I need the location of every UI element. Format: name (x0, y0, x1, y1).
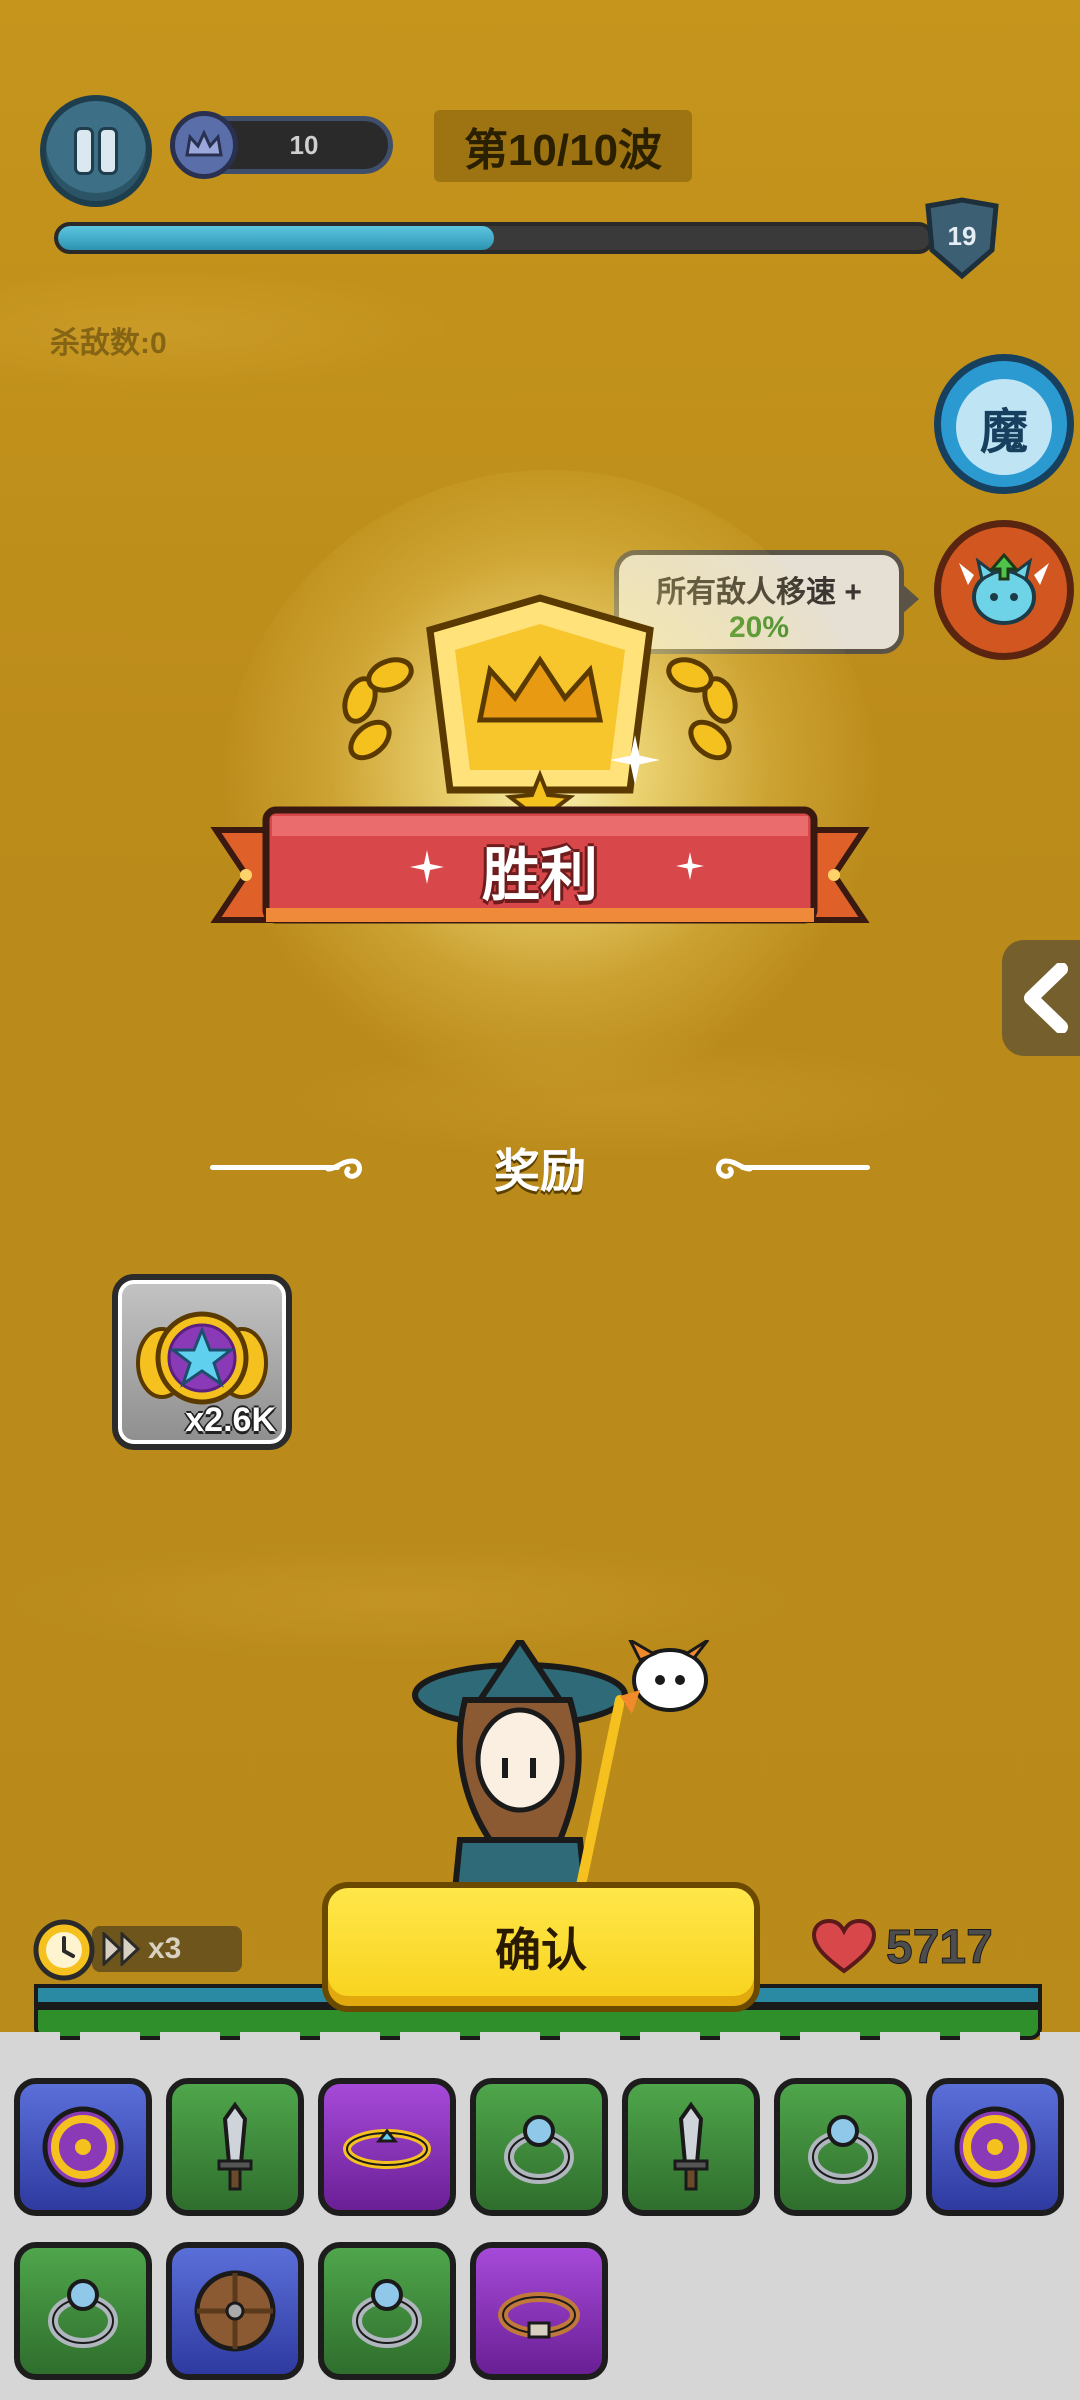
magic-label: 魔 (956, 379, 1052, 475)
equipment-slot[interactable] (470, 2242, 608, 2380)
wave-progress-fill (58, 226, 494, 250)
victory-title: 胜利 (481, 843, 598, 908)
hero-character (412, 1640, 710, 1890)
equipment-slot[interactable] (14, 2078, 152, 2216)
speed-control[interactable]: x3 (32, 1918, 242, 1982)
sword-icon (187, 2099, 283, 2195)
crown-value: 10 (289, 129, 319, 160)
shield-icon (947, 2099, 1043, 2195)
wave-label: 第10/10波 (434, 110, 692, 182)
health-value: 5717 (886, 1920, 994, 1974)
round-shield-icon (187, 2263, 283, 2359)
sparkle-icon (410, 850, 444, 884)
belt-icon (491, 2263, 587, 2359)
equipment-slot[interactable] (470, 2078, 608, 2216)
wave-progress-bar (54, 222, 934, 254)
sparkle-icon (610, 735, 660, 785)
heart-icon (812, 1919, 876, 1974)
equipment-slot[interactable] (926, 2078, 1064, 2216)
clock-icon (33, 1919, 95, 1981)
level-value: 19 (947, 220, 977, 251)
pause-button[interactable] (40, 95, 152, 207)
divider-right (740, 1165, 870, 1170)
crown-counter: 10 (170, 111, 393, 179)
ring-icon (491, 2099, 587, 2195)
sword-icon (643, 2099, 739, 2195)
pause-icon (77, 130, 91, 172)
kill-count: 杀敌数:0 (50, 327, 167, 360)
crown-icon (170, 111, 238, 179)
base-health: 5717 (812, 1912, 993, 1982)
equipment-slot[interactable] (14, 2242, 152, 2380)
sparkle-icon (676, 852, 704, 880)
confirm-button[interactable]: 确认 (322, 1882, 760, 2012)
equipment-slot[interactable] (622, 2078, 760, 2216)
pause-icon-bar (101, 130, 115, 172)
equipment-slot[interactable] (774, 2078, 912, 2216)
ring-icon (35, 2263, 131, 2359)
winged-monster-icon (959, 552, 1049, 625)
equipment-slot[interactable] (318, 2078, 456, 2216)
fast-forward-icon (102, 1932, 141, 1966)
equipment-slot[interactable] (166, 2242, 304, 2380)
side-panel-toggle[interactable] (1002, 940, 1080, 1056)
reward-heading-row: 奖励 (200, 1135, 880, 1199)
monster-skill-button[interactable] (934, 520, 1074, 660)
reward-quantity: x2.6K (185, 1401, 276, 1439)
star-medal-icon (136, 1311, 268, 1405)
level-shield-badge: 19 (920, 196, 1004, 282)
tiara-icon (339, 2099, 435, 2195)
ring-icon (339, 2263, 435, 2359)
shield-icon (35, 2099, 131, 2195)
reward-item-medal[interactable]: x2.6K (112, 1274, 292, 1450)
equipment-slot[interactable] (318, 2242, 456, 2380)
magic-upgrade-button[interactable]: 魔 (934, 354, 1074, 494)
speed-box: x3 (92, 1926, 242, 1972)
ring-icon (795, 2099, 891, 2195)
chevron-left-icon (1024, 963, 1068, 1033)
speed-multiplier: x3 (148, 1932, 182, 1965)
equipment-slot[interactable] (166, 2078, 304, 2216)
